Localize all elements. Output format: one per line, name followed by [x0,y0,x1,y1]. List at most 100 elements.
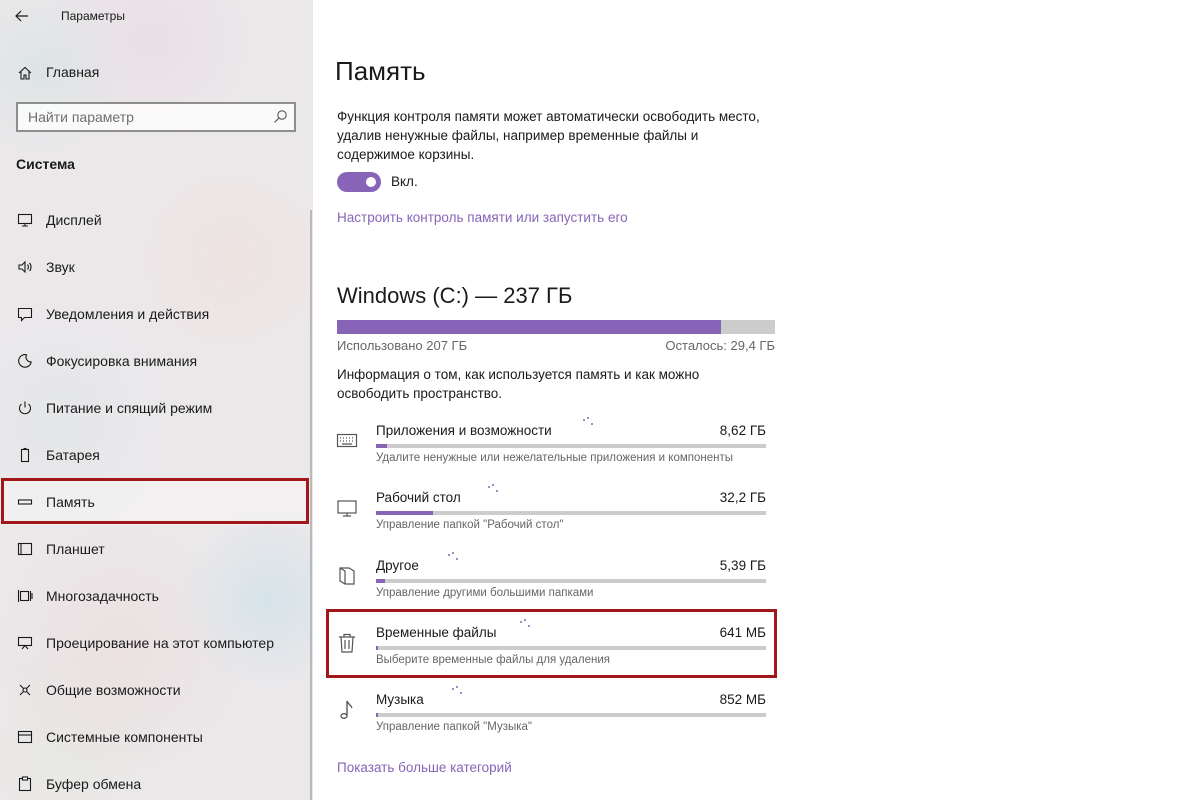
sidebar-item-label: Уведомления и действия [46,306,210,322]
sidebar-item-projecting[interactable]: Проецирование на этот компьютер [0,620,310,666]
focus-assist-icon [16,352,34,370]
tablet-icon [16,540,34,558]
display-icon [16,211,34,229]
sidebar-item-label: Дисплей [46,212,102,228]
category-usage-fill [376,579,386,583]
sidebar-item-battery[interactable]: Батарея [0,432,310,478]
sidebar-item-storage[interactable]: Память [0,479,310,525]
back-button[interactable] [9,5,35,27]
system-components-icon [16,728,34,746]
sidebar-item-focus-assist[interactable]: Фокусировка внимания [0,338,310,384]
power-icon [16,399,34,417]
speaker-icon [16,258,34,276]
clipboard-icon [16,775,34,793]
sidebar-item-label: Память [46,494,95,510]
apps-features-icon [333,427,361,455]
back-arrow-icon [15,10,28,22]
sidebar-item-multitasking[interactable]: Многозадачность [0,573,310,619]
category-name: Временные файлы [376,625,497,640]
sidebar-item-system-components[interactable]: Системные компоненты [0,714,310,760]
loading-dots-icon [518,619,532,631]
category-subtitle: Управление папкой "Музыка" [376,721,532,733]
multitasking-icon [16,587,34,605]
other-folders-icon [333,562,361,590]
drive-used-label: Использовано 207 ГБ [337,338,468,353]
storage-icon [16,493,34,511]
category-size: 852 МБ [719,692,766,707]
storage-sense-toggle[interactable] [337,172,381,192]
category-subtitle: Управление папкой "Рабочий стол" [376,519,564,531]
category-subtitle: Удалите ненужные или нежелательные прило… [376,452,734,464]
drive-usage-bar [337,320,775,334]
loading-dots-icon [581,417,595,429]
sidebar-item-shared-experiences[interactable]: Общие возможности [0,667,310,713]
category-name: Рабочий стол [376,490,461,505]
title-bar: Параметры [0,0,313,34]
drive-usage-fill [337,320,721,334]
desktop-monitor-icon [333,494,361,522]
category-temporary-files[interactable]: Временные файлы 641 МБ Выберите временны… [333,619,773,681]
category-name: Приложения и возможности [376,423,552,438]
section-title-system: Система [16,156,75,172]
category-size: 5,39 ГБ [719,558,766,573]
sidebar-item-label: Батарея [46,447,100,463]
sidebar-item-clipboard[interactable]: Буфер обмена [0,761,310,800]
category-music[interactable]: Музыка 852 МБ Управление папкой "Музыка" [333,686,773,748]
window-title: Параметры [61,9,125,23]
home-icon [16,64,34,82]
settings-sidebar: Параметры Главная Система Дисплей Звук У… [0,0,313,800]
drive-free-label: Осталось: 29,4 ГБ [665,338,775,353]
sidebar-item-sound[interactable]: Звук [0,244,310,290]
category-usage-bar [376,444,766,448]
loading-dots-icon [446,552,460,564]
sidebar-item-label: Питание и спящий режим [46,400,213,416]
drive-title: Windows (C:) — 237 ГБ [337,283,573,308]
trash-icon [333,629,361,657]
sidebar-item-label: Системные компоненты [46,729,203,745]
toggle-state-label: Вкл. [391,174,418,189]
category-usage-bar [376,713,766,717]
sidebar-item-label: Буфер обмена [46,776,142,792]
sidebar-scrollbar[interactable] [310,210,312,800]
category-usage-fill [376,511,433,515]
sidebar-item-label: Планшет [46,541,105,557]
sidebar-item-display[interactable]: Дисплей [0,197,310,243]
category-usage-fill [376,713,378,717]
category-other[interactable]: Другое 5,39 ГБ Управление другими больши… [333,552,773,614]
loading-dots-icon [450,686,464,698]
shared-experiences-icon [16,681,34,699]
category-size: 32,2 ГБ [719,490,766,505]
category-usage-bar [376,579,766,583]
category-usage-bar [376,646,766,650]
search-box[interactable] [16,102,296,132]
notification-icon [16,305,34,323]
battery-icon [16,446,34,464]
sidebar-item-notifications[interactable]: Уведомления и действия [0,291,310,337]
category-subtitle: Выберите временные файлы для удаления [376,654,610,666]
sidebar-item-label: Общие возможности [46,682,181,698]
configure-storage-sense-link[interactable]: Настроить контроль памяти или запустить … [337,210,628,225]
category-desktop[interactable]: Рабочий стол 32,2 ГБ Управление папкой "… [333,484,773,546]
sidebar-item-label: Звук [46,259,75,275]
usage-info-text: Информация о том, как используется памят… [337,367,700,401]
category-size: 8,62 ГБ [719,423,766,438]
show-more-categories-link[interactable]: Показать больше категорий [337,760,512,775]
page-title: Память [335,56,426,86]
toggle-knob [366,177,376,187]
search-input[interactable] [18,104,268,130]
category-size: 641 МБ [719,625,766,640]
category-usage-fill [376,646,378,650]
nav-home[interactable]: Главная [0,56,300,88]
category-subtitle: Управление другими большими папками [376,587,594,599]
nav-home-label: Главная [46,64,100,80]
sidebar-item-label: Проецирование на этот компьютер [46,635,274,651]
sidebar-item-tablet[interactable]: Планшет [0,526,310,572]
category-name: Другое [376,558,419,573]
sidebar-item-power-sleep[interactable]: Питание и спящий режим [0,385,310,431]
category-usage-fill [376,444,387,448]
projecting-icon [16,634,34,652]
category-name: Музыка [376,692,424,707]
music-icon [333,696,361,724]
search-icon[interactable] [272,109,288,125]
category-apps-features[interactable]: Приложения и возможности 8,62 ГБ Удалите… [333,417,773,479]
